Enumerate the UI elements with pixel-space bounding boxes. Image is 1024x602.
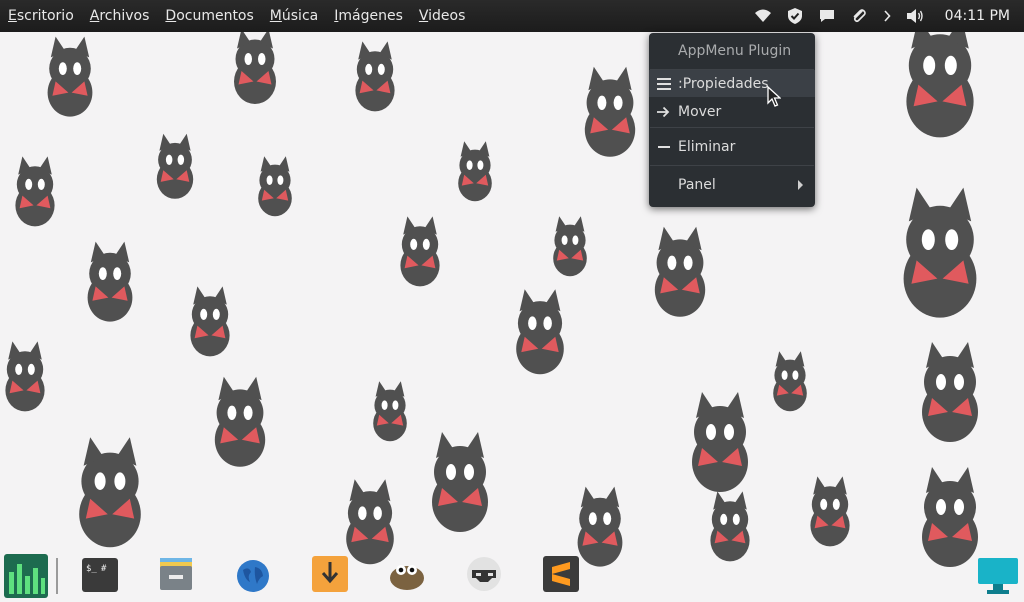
mnemonic: A xyxy=(89,8,100,24)
display-app-icon[interactable] xyxy=(977,556,1019,600)
menu-item-panel[interactable]: Panel xyxy=(649,166,815,203)
top-panel: Escritorio Archivos Documentos Música Im… xyxy=(0,0,1024,32)
appmenu-context-menu: AppMenu Plugin :Propiedades Mover Elimin… xyxy=(649,33,815,207)
game-controller-icon[interactable] xyxy=(466,556,502,596)
files-app-icon[interactable] xyxy=(158,556,194,596)
shield-icon[interactable] xyxy=(783,0,807,32)
list-icon xyxy=(649,77,678,90)
svg-text:#: # xyxy=(101,564,107,574)
submenu-arrow-icon xyxy=(798,179,803,190)
place-imagenes[interactable]: Imágenes xyxy=(326,0,411,32)
system-tray: 04:11 PM xyxy=(751,0,1024,32)
place-videos[interactable]: Videos xyxy=(411,0,474,32)
arrow-right-icon xyxy=(649,106,678,118)
place-label: rchivos xyxy=(99,8,150,24)
menu-item-mover[interactable]: Mover xyxy=(649,97,815,127)
place-musica[interactable]: Música xyxy=(262,0,326,32)
place-label: ocumentos xyxy=(176,8,254,24)
application-dock: $_ # xyxy=(0,548,1024,600)
chevron-right-icon[interactable] xyxy=(875,0,899,32)
place-label: mágenes xyxy=(338,8,403,24)
menu-item-label: Panel xyxy=(678,176,716,193)
places-menu: Escritorio Archivos Documentos Música Im… xyxy=(0,0,473,32)
gimp-icon[interactable] xyxy=(388,556,426,596)
equalizer-app-icon[interactable] xyxy=(4,554,48,602)
place-label: ideos xyxy=(428,8,466,24)
mouse-pointer-icon xyxy=(767,86,781,107)
mnemonic: M xyxy=(269,8,282,24)
terminal-app-icon[interactable]: $_ # xyxy=(82,558,118,596)
sublime-text-icon[interactable] xyxy=(543,556,579,596)
mnemonic: E xyxy=(8,8,17,24)
clock[interactable]: 04:11 PM xyxy=(927,8,1024,24)
menu-item-propiedades[interactable]: :Propiedades xyxy=(649,70,815,97)
place-escritorio[interactable]: Escritorio xyxy=(0,0,82,32)
place-label: úsica xyxy=(281,8,319,24)
menu-title: AppMenu Plugin xyxy=(678,43,792,59)
menu-item-eliminar[interactable]: Eliminar xyxy=(649,128,815,165)
dock-separator xyxy=(56,558,58,598)
volume-icon[interactable] xyxy=(903,0,927,32)
download-manager-icon[interactable] xyxy=(312,556,348,596)
place-archivos[interactable]: Archivos xyxy=(82,0,158,32)
browser-globe-icon[interactable] xyxy=(235,558,271,598)
menu-item-label: Mover xyxy=(678,104,722,120)
svg-text:$_: $_ xyxy=(86,564,97,574)
place-label: scritorio xyxy=(16,8,74,24)
mnemonic: V xyxy=(418,8,429,24)
place-documentos[interactable]: Documentos xyxy=(157,0,261,32)
menu-item-label: :Propiedades xyxy=(678,75,769,92)
minus-icon xyxy=(649,145,678,149)
paperclip-icon[interactable] xyxy=(847,0,871,32)
desktop-wallpaper xyxy=(0,0,1024,600)
chat-icon[interactable] xyxy=(815,0,839,32)
menu-item-label: Eliminar xyxy=(678,138,736,155)
mnemonic: D xyxy=(165,8,177,24)
wifi-icon[interactable] xyxy=(751,0,775,32)
